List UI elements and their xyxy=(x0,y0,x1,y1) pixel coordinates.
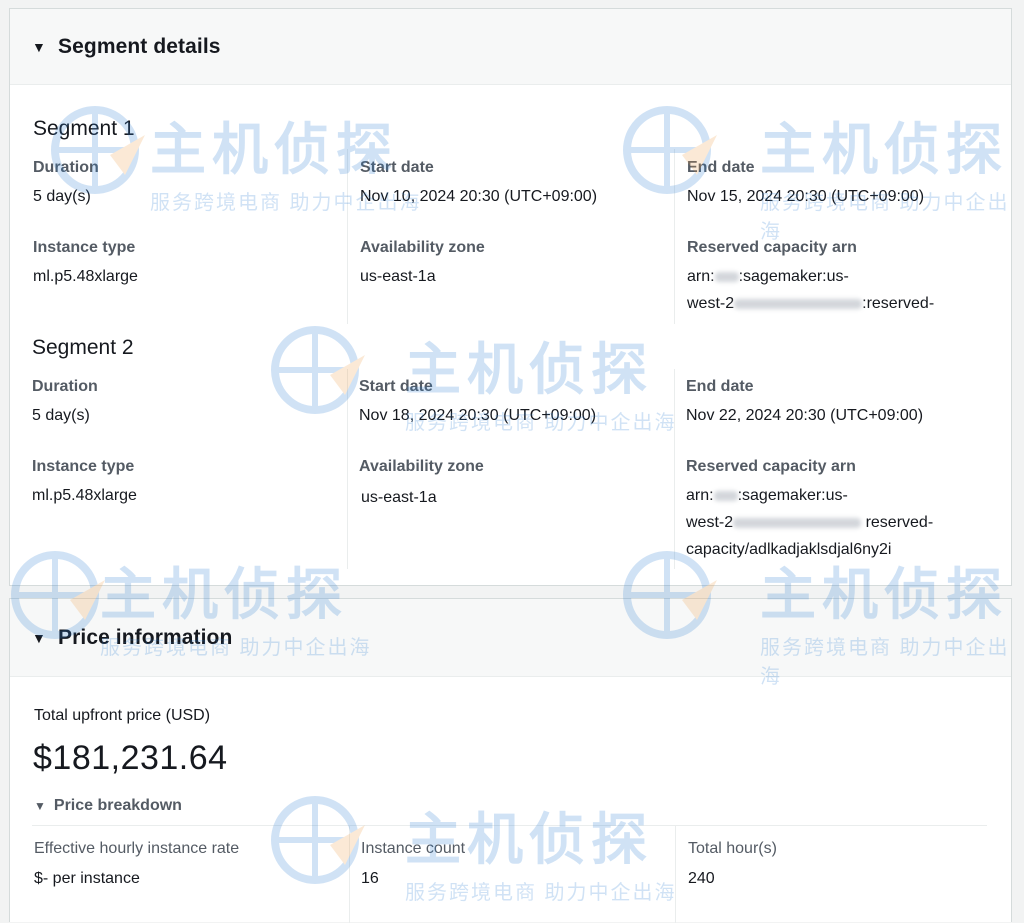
effective-hourly-rate-label: Effective hourly instance rate xyxy=(34,840,240,857)
instance-type-value: ml.p5.48xlarge xyxy=(33,268,138,285)
arn-text: :reserved- xyxy=(862,295,935,312)
arn-text: arn: xyxy=(687,268,715,285)
start-date-label: Start date xyxy=(360,159,434,176)
arn-text: :sagemaker:us- xyxy=(737,487,848,504)
arn-text: arn: xyxy=(686,487,714,504)
arn-text: capacity/adlkadjaklsdjal6ny2i xyxy=(686,541,892,558)
reserved-capacity-arn-label: Reserved capacity arn xyxy=(687,239,857,256)
instance-type-label: Instance type xyxy=(32,458,135,475)
segment-details-title: Segment details xyxy=(58,34,221,58)
duration-value: 5 day(s) xyxy=(33,188,91,205)
instance-count-value: 16 xyxy=(361,870,379,887)
reserved-capacity-arn-label: Reserved capacity arn xyxy=(686,458,856,475)
column-divider xyxy=(674,149,675,324)
price-information-header[interactable]: ▼ Price information xyxy=(10,599,1011,677)
reserved-capacity-arn-value: arn: :sagemaker:us- west-2 reserved- capa… xyxy=(686,482,933,563)
instance-type-value: ml.p5.48xlarge xyxy=(32,487,137,504)
total-hours-label: Total hour(s) xyxy=(688,840,777,857)
segment-2-title: Segment 2 xyxy=(32,336,134,359)
end-date-value: Nov 22, 2024 20:30 (UTC+09:00) xyxy=(686,407,924,424)
start-date-value: Nov 10, 2024 20:30 (UTC+09:00) xyxy=(360,188,598,205)
arn-text: west-2 xyxy=(686,514,734,531)
reserved-capacity-arn-value: arn: :sagemaker:us- west-2 :reserved- xyxy=(687,263,934,317)
price-information-panel: ▼ Price information Total upfront price … xyxy=(9,598,1012,923)
divider xyxy=(32,825,987,826)
column-divider xyxy=(347,149,348,324)
total-upfront-price-label: Total upfront price (USD) xyxy=(34,707,211,724)
effective-hourly-rate-value: $- per instance xyxy=(34,870,140,887)
instance-type-label: Instance type xyxy=(33,239,136,256)
end-date-label: End date xyxy=(686,378,754,395)
arn-text: :sagemaker:us- xyxy=(738,268,849,285)
start-date-label: Start date xyxy=(359,378,433,395)
column-divider xyxy=(675,825,676,923)
end-date-value: Nov 15, 2024 20:30 (UTC+09:00) xyxy=(687,188,925,205)
column-divider xyxy=(349,825,350,923)
segment-1-title: Segment 1 xyxy=(33,117,135,140)
instance-count-label: Instance count xyxy=(361,840,466,857)
total-upfront-price-value: $181,231.64 xyxy=(33,739,228,777)
availability-zone-label: Availability zone xyxy=(360,239,485,256)
duration-label: Duration xyxy=(33,159,99,176)
redacted-account xyxy=(714,271,739,282)
duration-value: 5 day(s) xyxy=(32,407,90,424)
total-hours-value: 240 xyxy=(688,870,715,887)
end-date-label: End date xyxy=(687,159,755,176)
availability-zone-value: us-east-1a xyxy=(360,268,436,285)
segment-details-header[interactable]: ▼ Segment details xyxy=(10,9,1011,85)
arn-text: reserved- xyxy=(861,514,934,531)
segment-details-panel: ▼ Segment details Segment 1 Duration 5 d… xyxy=(9,8,1012,586)
redacted-id xyxy=(733,517,862,528)
price-breakdown-label: Price breakdown xyxy=(53,797,182,814)
redacted-account xyxy=(713,490,738,501)
caret-down-icon[interactable]: ▼ xyxy=(32,630,58,646)
column-divider xyxy=(347,369,348,569)
column-divider xyxy=(674,369,675,569)
caret-down-icon: ▼ xyxy=(34,799,46,813)
start-date-value: Nov 18, 2024 20:30 (UTC+09:00) xyxy=(359,407,597,424)
price-breakdown-toggle[interactable]: ▼ Price breakdown xyxy=(34,797,182,815)
availability-zone-value: us-east-1a xyxy=(361,489,437,506)
price-information-title: Price information xyxy=(58,625,233,649)
arn-text: west-2 xyxy=(687,295,735,312)
duration-label: Duration xyxy=(32,378,98,395)
redacted-id xyxy=(734,298,863,309)
caret-down-icon[interactable]: ▼ xyxy=(32,39,58,55)
availability-zone-label: Availability zone xyxy=(359,458,484,475)
